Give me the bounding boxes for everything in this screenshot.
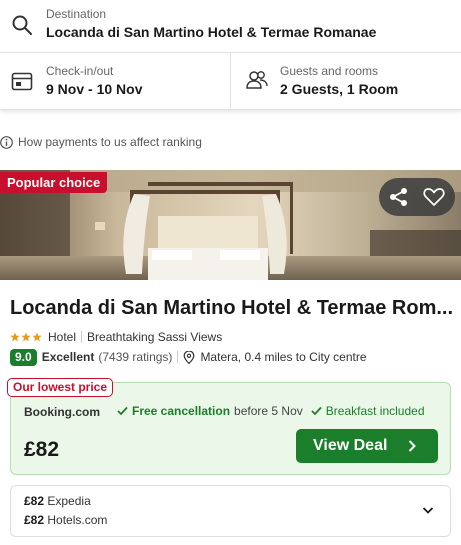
dates-value: 9 Nov - 10 Nov [46, 81, 143, 97]
offer-price: £82 [24, 494, 45, 508]
guests-label: Guests and rooms [280, 64, 379, 78]
offer-row: £82 Hotels.com [24, 513, 107, 527]
payments-ranking-info[interactable]: How payments to us affect ranking [0, 133, 202, 151]
star-icon [10, 332, 20, 342]
hotel-meta: Hotel Breathtaking Sassi Views [10, 329, 222, 345]
dates-label: Check-in/out [46, 64, 114, 78]
rating-score-badge: 9.0 [10, 348, 37, 366]
photo-actions [379, 178, 455, 216]
hotel-type: Hotel [48, 330, 77, 344]
popular-choice-badge: Popular choice [0, 172, 108, 193]
info-icon [0, 135, 13, 149]
deal-price: £82 [24, 438, 60, 461]
offer-price: £82 [24, 513, 45, 527]
share-icon[interactable] [388, 187, 410, 207]
guests-value: 2 Guests, 1 Room [280, 81, 399, 97]
chevron-down-icon [422, 507, 434, 514]
check-icon [117, 406, 128, 416]
guests-field[interactable]: Guests and rooms 2 Guests, 1 Room [232, 53, 461, 110]
star-rating [10, 332, 42, 342]
destination-field[interactable]: Destination Locanda di San Martino Hotel… [0, 0, 461, 53]
free-cancellation: Free cancellation [132, 404, 231, 418]
calendar-icon [11, 72, 33, 91]
search-summary-card: Destination Locanda di San Martino Hotel… [0, 0, 461, 110]
hotel-name[interactable]: Locanda di San Martino Hotel & Termae Ro… [10, 297, 455, 320]
view-deal-label: View Deal [313, 437, 388, 454]
chevron-right-icon [408, 440, 416, 452]
destination-label: Destination [46, 7, 107, 21]
ratings-count[interactable]: (7439 ratings) [98, 350, 172, 364]
offer-provider: Expedia [47, 494, 91, 508]
hotel-tagline: Breathtaking Sassi Views [87, 330, 223, 344]
divider [81, 331, 83, 343]
heart-icon[interactable] [423, 187, 445, 207]
check-icon [311, 406, 322, 416]
deal-provider: Booking.com [24, 405, 101, 419]
search-icon [12, 15, 32, 35]
lowest-price-badge: Our lowest price [7, 378, 114, 397]
offer-provider: Hotels.com [47, 513, 108, 527]
star-icon [32, 332, 42, 342]
hotel-location: Matera, 0.4 miles to City centre [200, 350, 367, 364]
view-deal-button[interactable]: View Deal [296, 429, 438, 463]
location-pin-icon [184, 350, 195, 364]
offer-row: £82 Expedia [24, 494, 91, 508]
star-icon [21, 332, 31, 342]
breakfast-included: Breakfast included [325, 404, 425, 418]
divider [177, 351, 179, 363]
destination-value: Locanda di San Martino Hotel & Termae Ro… [46, 24, 377, 40]
guests-icon [246, 71, 268, 89]
dates-field[interactable]: Check-in/out 9 Nov - 10 Nov [0, 53, 231, 110]
payments-ranking-text: How payments to us affect ranking [18, 135, 202, 149]
cancel-before-date: before 5 Nov [234, 404, 303, 418]
deal-perks: Free cancellation before 5 Nov Breakfast… [117, 404, 425, 418]
rating-word: Excellent [41, 350, 95, 364]
other-offers-dropdown[interactable]: £82 Expedia £82 Hotels.com [10, 485, 451, 537]
hotel-rating-row: 9.0 Excellent (7439 ratings) Matera, 0.4… [10, 348, 367, 366]
